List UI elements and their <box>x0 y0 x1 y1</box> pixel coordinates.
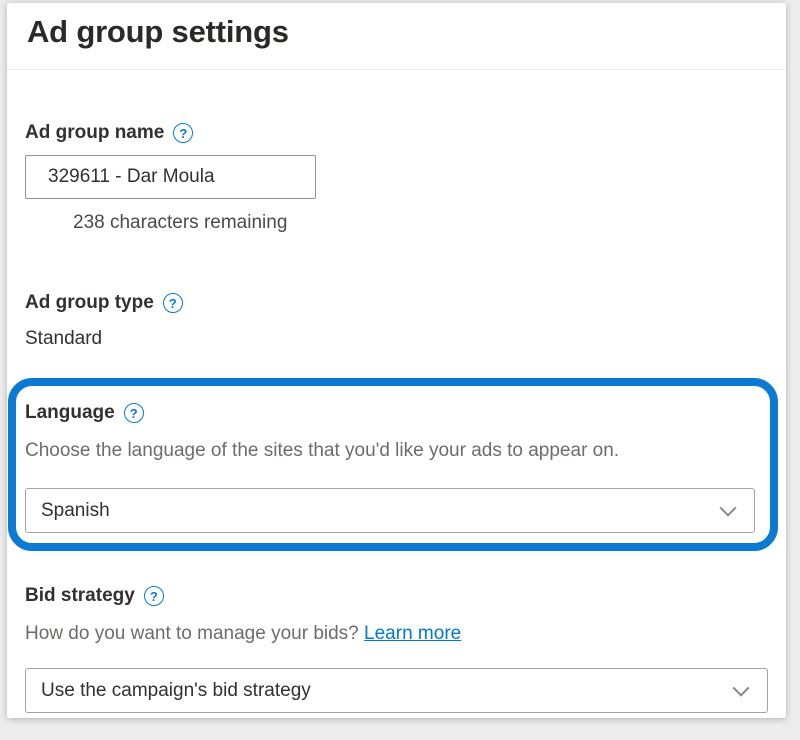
ad-group-name-section: Ad group name ? 238 characters remaining <box>25 122 768 234</box>
ad-group-settings-card: Ad group settings Ad group name ? 238 ch… <box>7 3 786 718</box>
ad-group-type-section: Ad group type ? Standard <box>25 292 768 350</box>
bid-strategy-description: How do you want to manage your bids? Lea… <box>25 623 768 645</box>
help-icon[interactable]: ? <box>163 293 183 313</box>
chevron-down-icon <box>720 499 737 516</box>
settings-form: Ad group name ? 238 characters remaining… <box>7 122 786 713</box>
characters-remaining-text: 238 characters remaining <box>73 212 768 234</box>
language-description: Choose the language of the sites that yo… <box>25 440 755 462</box>
language-dropdown[interactable]: Spanish <box>25 488 755 533</box>
ad-group-type-label: Ad group type <box>25 292 154 314</box>
chevron-down-icon <box>733 679 750 696</box>
language-selected-value: Spanish <box>41 500 110 522</box>
help-icon[interactable]: ? <box>124 403 144 423</box>
bid-strategy-selected-value: Use the campaign's bid strategy <box>41 680 311 702</box>
page-title: Ad group settings <box>27 14 766 50</box>
bid-strategy-label: Bid strategy <box>25 585 135 607</box>
bid-strategy-dropdown[interactable]: Use the campaign's bid strategy <box>25 668 768 713</box>
language-label: Language <box>25 402 115 424</box>
ad-group-type-value: Standard <box>25 328 768 350</box>
ad-group-name-label-row: Ad group name ? <box>25 122 768 144</box>
language-label-row: Language ? <box>25 402 755 424</box>
bid-strategy-question: How do you want to manage your bids? <box>25 623 359 644</box>
help-icon[interactable]: ? <box>173 123 193 143</box>
ad-group-type-label-row: Ad group type ? <box>25 292 768 314</box>
bid-strategy-section: Bid strategy ? How do you want to manage… <box>25 585 768 713</box>
bid-strategy-label-row: Bid strategy ? <box>25 585 768 607</box>
language-highlight-box: Language ? Choose the language of the si… <box>8 378 778 551</box>
ad-group-name-input[interactable] <box>25 155 316 199</box>
ad-group-name-label: Ad group name <box>25 122 164 144</box>
card-header: Ad group settings <box>7 3 786 70</box>
learn-more-link[interactable]: Learn more <box>364 623 461 644</box>
help-icon[interactable]: ? <box>144 586 164 606</box>
